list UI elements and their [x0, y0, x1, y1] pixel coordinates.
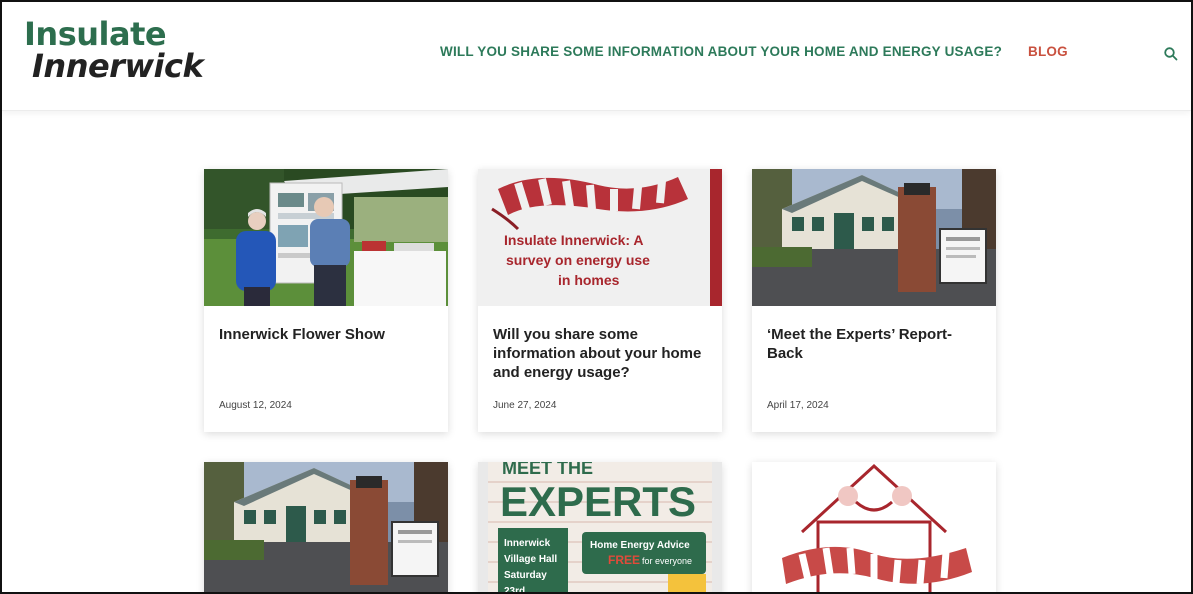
svg-text:Insulate Innerwick: A: Insulate Innerwick: A: [504, 232, 644, 248]
post-card-body: Innerwick Flower Show August 12, 2024: [204, 306, 448, 432]
svg-text:in homes: in homes: [558, 272, 620, 288]
experts-poster: MEET THE EXPERTS Home Energy Advice FREE…: [478, 462, 722, 594]
site-header: Insulate Innerwick WILL YOU SHARE SOME I…: [2, 2, 1191, 111]
post-card[interactable]: MEET THE EXPERTS Home Energy Advice FREE…: [478, 462, 722, 594]
flower-show-photo: [204, 169, 448, 306]
svg-text:for everyone: for everyone: [642, 556, 692, 566]
post-card[interactable]: ‘Meet the Experts’ Report-Back April 17,…: [752, 169, 996, 432]
house-scarf-illustration: [752, 462, 996, 592]
svg-text:survey on energy use: survey on energy use: [506, 252, 650, 268]
svg-text:23rd: 23rd: [504, 586, 525, 594]
post-card[interactable]: Insulate Innerwick: A survey on energy u…: [478, 169, 722, 432]
svg-text:Village Hall: Village Hall: [504, 554, 557, 565]
nav-link-blog[interactable]: BLOG: [1028, 44, 1068, 59]
nav-link-survey[interactable]: WILL YOU SHARE SOME INFORMATION ABOUT YO…: [440, 44, 1002, 59]
post-title[interactable]: ‘Meet the Experts’ Report-Back: [767, 325, 982, 363]
post-card[interactable]: [752, 462, 996, 592]
main-nav: WILL YOU SHARE SOME INFORMATION ABOUT YO…: [440, 44, 1068, 59]
logo-line-2: Innerwick: [32, 47, 204, 85]
browser-viewport: Insulate Innerwick WILL YOU SHARE SOME I…: [0, 0, 1193, 594]
post-title[interactable]: Will you share some information about yo…: [493, 325, 708, 382]
post-card-body: ‘Meet the Experts’ Report-Back April 17,…: [752, 306, 996, 432]
post-card[interactable]: Innerwick Flower Show August 12, 2024: [204, 169, 448, 432]
survey-poster: Insulate Innerwick: A survey on energy u…: [478, 169, 722, 306]
post-date: April 17, 2024: [767, 400, 829, 411]
svg-text:FREE: FREE: [608, 553, 640, 567]
post-card[interactable]: [204, 462, 448, 592]
post-date: August 12, 2024: [219, 400, 292, 411]
logo-line-1: Insulate: [24, 15, 167, 53]
post-title[interactable]: Innerwick Flower Show: [219, 325, 434, 344]
search-icon: [1164, 47, 1178, 61]
poster-headline: EXPERTS: [500, 478, 696, 525]
svg-text:MEET THE: MEET THE: [502, 462, 593, 478]
post-card-body: Will you share some information about yo…: [478, 306, 722, 432]
post-date: June 27, 2024: [493, 400, 557, 411]
village-hall-photo: [752, 169, 996, 306]
svg-text:Saturday: Saturday: [504, 570, 547, 581]
svg-text:Home Energy Advice: Home Energy Advice: [590, 540, 690, 551]
site-logo[interactable]: Insulate Innerwick: [24, 15, 204, 85]
svg-text:Innerwick: Innerwick: [504, 538, 551, 549]
village-hall-photo: [204, 462, 448, 592]
search-button[interactable]: [1163, 46, 1179, 62]
